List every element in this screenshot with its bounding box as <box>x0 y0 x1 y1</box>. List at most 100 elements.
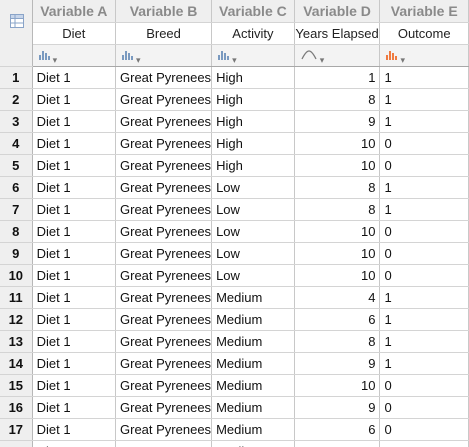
row-number[interactable]: 9 <box>0 242 33 265</box>
chevron-down-icon[interactable]: ▾ <box>320 55 325 65</box>
cell-years-elapsed[interactable]: 4 <box>294 286 381 309</box>
chevron-down-icon[interactable]: ▾ <box>400 55 405 65</box>
cell-years-elapsed[interactable]: 8 <box>294 198 381 221</box>
cell-diet[interactable]: Diet 1 <box>32 242 117 265</box>
cell-activity[interactable]: Low <box>211 264 295 287</box>
table-row[interactable]: 14 Diet 1 Great Pyrenees Medium 9 1 <box>0 352 469 375</box>
cell-breed[interactable]: Great Pyrenees <box>115 330 213 353</box>
cell-diet[interactable]: Diet 1 <box>32 264 117 287</box>
cell-activity[interactable]: Medium <box>211 286 295 309</box>
column-name-breed[interactable]: Breed <box>115 22 213 45</box>
cell-breed[interactable]: Great Pyrenees <box>115 198 213 221</box>
cell-diet[interactable]: Diet 1 <box>32 220 117 243</box>
column-type-b[interactable]: ▾ <box>115 44 213 67</box>
cell-diet[interactable]: Diet 1 <box>32 66 117 89</box>
table-row[interactable]: 7 Diet 1 Great Pyrenees Low 8 1 <box>0 198 469 221</box>
cell-outcome[interactable]: 0 <box>379 396 469 419</box>
cell-breed[interactable]: Great Pyrenees <box>115 440 213 447</box>
column-letter-b[interactable]: Variable B <box>115 0 213 23</box>
cell-breed[interactable]: Great Pyrenees <box>115 374 213 397</box>
cell-diet[interactable]: Diet 1 <box>32 308 117 331</box>
cell-years-elapsed[interactable]: 10 <box>294 220 381 243</box>
cell-breed[interactable]: Great Pyrenees <box>115 220 213 243</box>
cell-outcome[interactable]: 1 <box>379 308 469 331</box>
cell-activity[interactable]: Medium <box>211 352 295 375</box>
row-number[interactable]: 16 <box>0 396 33 419</box>
table-row[interactable]: 17 Diet 1 Great Pyrenees Medium 6 0 <box>0 418 469 441</box>
cell-outcome[interactable]: 0 <box>379 242 469 265</box>
cell-years-elapsed[interactable]: 10 <box>294 132 381 155</box>
cell-breed[interactable]: Great Pyrenees <box>115 308 213 331</box>
cell-activity[interactable]: Low <box>211 198 295 221</box>
cell-outcome[interactable]: 0 <box>379 220 469 243</box>
cell-activity[interactable]: High <box>211 132 295 155</box>
cell-activity[interactable]: Low <box>211 242 295 265</box>
row-number[interactable]: 3 <box>0 110 33 133</box>
table-row[interactable]: 5 Diet 1 Great Pyrenees High 10 0 <box>0 154 469 177</box>
row-number[interactable]: 18 <box>0 440 33 447</box>
table-row[interactable]: 13 Diet 1 Great Pyrenees Medium 8 1 <box>0 330 469 353</box>
cell-years-elapsed[interactable]: 6 <box>294 418 381 441</box>
cell-diet[interactable]: Diet 1 <box>32 132 117 155</box>
cell-breed[interactable]: Great Pyrenees <box>115 110 213 133</box>
cell-diet[interactable]: Diet 1 <box>32 198 117 221</box>
cell-breed[interactable]: Great Pyrenees <box>115 154 213 177</box>
table-row[interactable]: 3 Diet 1 Great Pyrenees High 9 1 <box>0 110 469 133</box>
cell-years-elapsed[interactable]: 10 <box>294 374 381 397</box>
cell-breed[interactable]: Great Pyrenees <box>115 264 213 287</box>
table-row[interactable]: 12 Diet 1 Great Pyrenees Medium 6 1 <box>0 308 469 331</box>
cell-years-elapsed[interactable]: 9 <box>294 440 381 447</box>
row-number[interactable]: 7 <box>0 198 33 221</box>
table-row[interactable]: 18Diet 1Great PyreneesMedium90 <box>0 440 469 447</box>
cell-outcome[interactable]: 1 <box>379 110 469 133</box>
row-number[interactable]: 2 <box>0 88 33 111</box>
column-type-d[interactable]: ▾ <box>294 44 381 67</box>
row-number[interactable]: 6 <box>0 176 33 199</box>
cell-outcome[interactable]: 0 <box>379 374 469 397</box>
cell-outcome[interactable]: 1 <box>379 66 469 89</box>
table-row[interactable]: 10 Diet 1 Great Pyrenees Low 10 0 <box>0 264 469 287</box>
cell-breed[interactable]: Great Pyrenees <box>115 396 213 419</box>
cell-activity[interactable]: Medium <box>211 440 295 447</box>
cell-breed[interactable]: Great Pyrenees <box>115 176 213 199</box>
cell-outcome[interactable]: 1 <box>379 286 469 309</box>
row-number[interactable]: 11 <box>0 286 33 309</box>
cell-outcome[interactable]: 1 <box>379 330 469 353</box>
row-number[interactable]: 1 <box>0 66 33 89</box>
cell-outcome[interactable]: 0 <box>379 264 469 287</box>
cell-years-elapsed[interactable]: 10 <box>294 154 381 177</box>
cell-years-elapsed[interactable]: 10 <box>294 242 381 265</box>
row-number[interactable]: 14 <box>0 352 33 375</box>
cell-activity[interactable]: Medium <box>211 418 295 441</box>
column-name-diet[interactable]: Diet <box>32 22 117 45</box>
cell-activity[interactable]: High <box>211 154 295 177</box>
cell-activity[interactable]: Low <box>211 220 295 243</box>
cell-activity[interactable]: Medium <box>211 396 295 419</box>
cell-activity[interactable]: Medium <box>211 308 295 331</box>
table-row[interactable]: 4 Diet 1 Great Pyrenees High 10 0 <box>0 132 469 155</box>
cell-breed[interactable]: Great Pyrenees <box>115 418 213 441</box>
cell-years-elapsed[interactable]: 8 <box>294 176 381 199</box>
cell-outcome[interactable]: 1 <box>379 352 469 375</box>
cell-activity[interactable]: High <box>211 88 295 111</box>
column-name-years-elapsed[interactable]: Years Elapsed <box>294 22 381 45</box>
row-number[interactable]: 15 <box>0 374 33 397</box>
cell-outcome[interactable]: 1 <box>379 176 469 199</box>
cell-years-elapsed[interactable]: 8 <box>294 88 381 111</box>
cell-outcome[interactable]: 1 <box>379 198 469 221</box>
grid-select-icon[interactable] <box>10 14 24 28</box>
chevron-down-icon[interactable]: ▾ <box>232 55 237 65</box>
cell-outcome[interactable]: 0 <box>379 418 469 441</box>
table-row[interactable]: 11 Diet 1 Great Pyrenees Medium 4 1 <box>0 286 469 309</box>
column-name-outcome[interactable]: Outcome <box>379 22 469 45</box>
cell-outcome[interactable]: 0 <box>379 154 469 177</box>
cell-breed[interactable]: Great Pyrenees <box>115 132 213 155</box>
cell-diet[interactable]: Diet 1 <box>32 352 117 375</box>
cell-outcome[interactable]: 0 <box>379 132 469 155</box>
cell-diet[interactable]: Diet 1 <box>32 330 117 353</box>
cell-activity[interactable]: High <box>211 66 295 89</box>
column-type-e[interactable]: ▾ <box>379 44 469 67</box>
cell-years-elapsed[interactable]: 9 <box>294 110 381 133</box>
cell-activity[interactable]: Low <box>211 176 295 199</box>
row-number[interactable]: 8 <box>0 220 33 243</box>
